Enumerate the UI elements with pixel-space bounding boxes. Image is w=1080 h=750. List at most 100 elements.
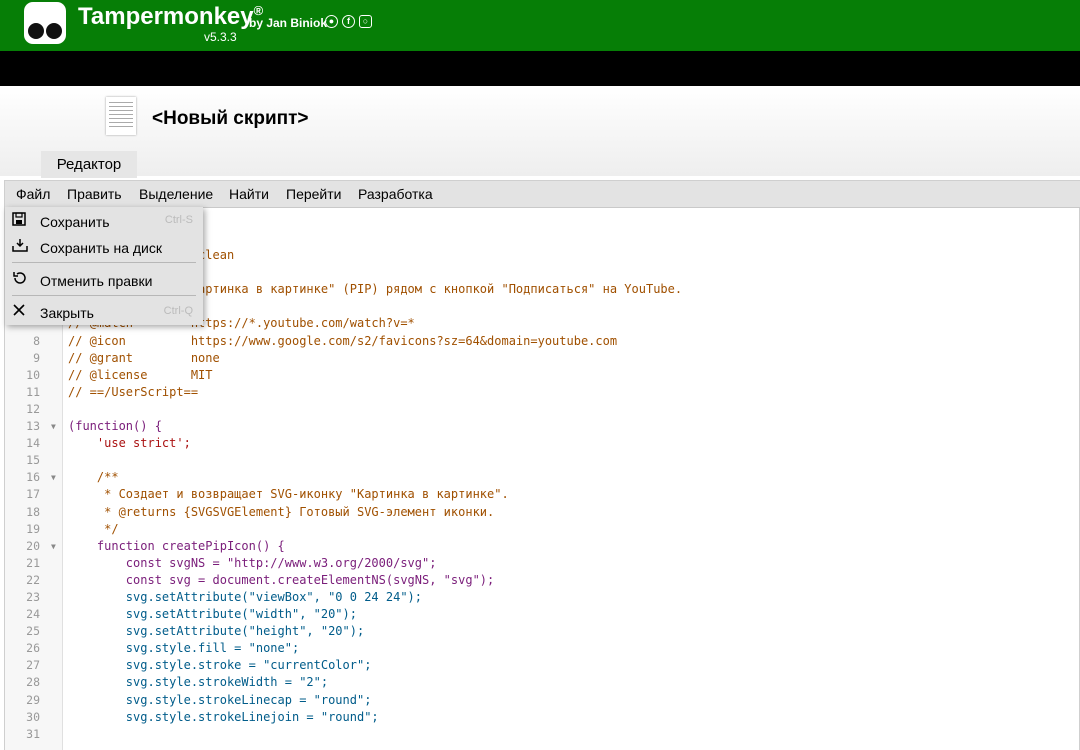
code-text: */ bbox=[68, 521, 119, 536]
line-number: 19 bbox=[26, 521, 40, 536]
code-line[interactable]: 16 ▼ /** bbox=[5, 469, 1080, 486]
line-number: 25 bbox=[26, 624, 40, 639]
menu-item-shortcut: Ctrl-Q bbox=[163, 305, 193, 317]
code-line[interactable]: 12 bbox=[5, 401, 1080, 418]
code-text: // @license MIT bbox=[68, 367, 213, 382]
author-byline[interactable]: by Jan Biniok bbox=[249, 16, 327, 30]
menu-edit[interactable]: Править bbox=[67, 186, 122, 202]
line-number: 30 bbox=[26, 709, 40, 724]
line-number: 13 bbox=[26, 419, 40, 434]
code-text: (function() { bbox=[68, 419, 162, 434]
code-text: svg.setAttribute("width", "20"); bbox=[68, 607, 357, 622]
code-text: svg.style.strokeWidth = "2"; bbox=[68, 675, 329, 690]
code-line[interactable]: 27 svg.style.stroke = "currentColor"; bbox=[5, 657, 1080, 674]
close-icon bbox=[12, 303, 26, 320]
brand-text: Tampermonkey bbox=[78, 3, 254, 30]
code-text: * @returns {SVGSVGElement} Готовый SVG-э… bbox=[68, 504, 495, 519]
code-text: // @grant none bbox=[68, 350, 220, 365]
editor-menubar: Файл Править Выделение Найти Перейти Раз… bbox=[5, 181, 1080, 208]
code-line[interactable]: 22 const svg = document.createElementNS(… bbox=[5, 572, 1080, 589]
code-text: const svg = document.createElementNS(svg… bbox=[68, 572, 495, 587]
tab-editor[interactable]: Редактор bbox=[41, 151, 137, 178]
facebook-icon[interactable]: f bbox=[342, 15, 355, 28]
line-number: 23 bbox=[26, 589, 40, 604]
fold-toggle-icon[interactable]: ▼ bbox=[51, 469, 56, 486]
code-text: 'use strict'; bbox=[68, 436, 191, 451]
menu-development[interactable]: Разработка bbox=[358, 186, 433, 202]
code-line[interactable]: 20 ▼ function createPipIcon() { bbox=[5, 538, 1080, 555]
menu-item-label: Закрыть bbox=[40, 305, 94, 321]
menu-item-label: Отменить правки bbox=[40, 273, 153, 289]
code-line[interactable]: 31 bbox=[5, 726, 1080, 743]
menu-file[interactable]: Файл bbox=[16, 186, 50, 202]
line-number: 31 bbox=[26, 726, 40, 741]
code-text: svg.setAttribute("viewBox", "0 0 24 24")… bbox=[68, 589, 423, 604]
code-text: const svgNS = "http://www.w3.org/2000/sv… bbox=[68, 555, 437, 570]
brand-name[interactable]: Tampermonkey® bbox=[78, 3, 263, 31]
script-title-area bbox=[0, 86, 1080, 176]
menu-item-save[interactable]: Сохранить Ctrl-S bbox=[5, 208, 203, 234]
code-line[interactable]: 21 const svgNS = "http://www.w3.org/2000… bbox=[5, 555, 1080, 572]
line-number: 27 bbox=[26, 658, 40, 673]
code-line[interactable]: 25 svg.setAttribute("height", "20"); bbox=[5, 623, 1080, 640]
code-line[interactable]: 8 // @icon https://www.google.com/s2/favi… bbox=[5, 333, 1080, 350]
black-bar bbox=[0, 51, 1080, 86]
menu-item-shortcut: Ctrl-S bbox=[164, 214, 193, 226]
line-number: 15 bbox=[26, 453, 40, 468]
github-icon[interactable]: ● bbox=[325, 15, 338, 28]
code-line[interactable]: 19 */ bbox=[5, 521, 1080, 538]
code-line[interactable]: 17 * Создает и возвращает SVG-иконку "Ка… bbox=[5, 486, 1080, 503]
code-text: svg.style.strokeLinecap = "round"; bbox=[68, 692, 372, 707]
menu-find[interactable]: Найти bbox=[229, 186, 269, 202]
fold-toggle-icon[interactable]: ▼ bbox=[51, 418, 56, 435]
save-icon bbox=[12, 212, 26, 229]
menu-item-close[interactable]: Закрыть Ctrl-Q bbox=[5, 299, 203, 325]
logo-right-eye bbox=[46, 23, 62, 39]
code-line[interactable]: 9 // @grant none bbox=[5, 350, 1080, 367]
menu-item-label: Сохранить bbox=[40, 214, 110, 230]
undo-icon bbox=[12, 271, 26, 288]
line-number: 29 bbox=[26, 692, 40, 707]
line-number: 21 bbox=[26, 555, 40, 570]
code-line[interactable]: 30 svg.style.strokeLinejoin = "round"; bbox=[5, 709, 1080, 726]
fold-toggle-icon[interactable]: ▼ bbox=[51, 538, 56, 555]
menu-item-save-to-disk[interactable]: Сохранить на диск bbox=[5, 234, 203, 260]
line-number: 12 bbox=[26, 401, 40, 416]
file-menu-dropdown: Сохранить Ctrl-S Сохранить на диск Отмен… bbox=[5, 207, 203, 325]
code-text: // @icon https://www.google.com/s2/favic… bbox=[68, 333, 618, 348]
menu-selection[interactable]: Выделение bbox=[139, 186, 213, 202]
line-number: 17 bbox=[26, 487, 40, 502]
page-title: <Новый скрипт> bbox=[152, 108, 309, 129]
line-number: 10 bbox=[26, 367, 40, 382]
code-line[interactable]: 24 svg.setAttribute("width", "20"); bbox=[5, 606, 1080, 623]
code-text: svg.style.fill = "none"; bbox=[68, 641, 300, 656]
code-text: // ==/UserScript== bbox=[68, 384, 199, 399]
code-text: svg.style.strokeLinejoin = "round"; bbox=[68, 709, 379, 724]
code-line[interactable]: 13 ▼ (function() { bbox=[5, 418, 1080, 435]
code-line[interactable]: 14 'use strict'; bbox=[5, 435, 1080, 452]
menu-item-label: Сохранить на диск bbox=[40, 240, 162, 256]
code-line[interactable]: 15 bbox=[5, 452, 1080, 469]
code-text: svg.setAttribute("height", "20"); bbox=[68, 624, 365, 639]
line-number: 16 bbox=[26, 470, 40, 485]
instagram-icon[interactable]: ○ bbox=[359, 15, 372, 28]
logo-left-eye bbox=[28, 23, 44, 39]
code-line[interactable]: 23 svg.setAttribute("viewBox", "0 0 24 2… bbox=[5, 589, 1080, 606]
code-text: svg.style.stroke = "currentColor"; bbox=[68, 658, 372, 673]
tampermonkey-logo-icon[interactable] bbox=[24, 2, 66, 44]
line-number: 26 bbox=[26, 641, 40, 656]
line-number: 22 bbox=[26, 572, 40, 587]
line-number: 9 bbox=[33, 350, 40, 365]
code-line[interactable]: 11 // ==/UserScript== bbox=[5, 384, 1080, 401]
app-header: Tampermonkey® v5.3.3 by Jan Biniok ● f ○ bbox=[0, 0, 1080, 51]
menu-goto[interactable]: Перейти bbox=[286, 186, 341, 202]
code-line[interactable]: 10 // @license MIT bbox=[5, 367, 1080, 384]
code-line[interactable]: 26 svg.style.fill = "none"; bbox=[5, 640, 1080, 657]
code-line[interactable]: 28 svg.style.strokeWidth = "2"; bbox=[5, 674, 1080, 691]
code-line[interactable]: 18 * @returns {SVGSVGElement} Готовый SV… bbox=[5, 504, 1080, 521]
code-line[interactable]: 29 svg.style.strokeLinecap = "round"; bbox=[5, 692, 1080, 709]
download-icon bbox=[12, 238, 28, 255]
menu-item-revert-changes[interactable]: Отменить правки bbox=[5, 267, 203, 293]
line-number: 8 bbox=[33, 333, 40, 348]
code-text: /** bbox=[68, 470, 119, 485]
